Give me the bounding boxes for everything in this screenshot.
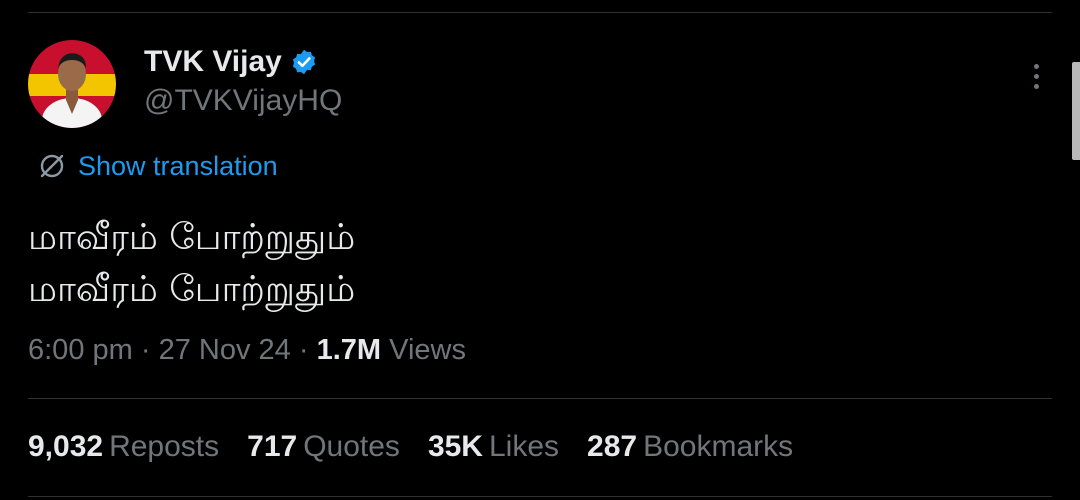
tweet-text: மாவீரம் போற்றுதும் மாவீரம் போற்றுதும்	[28, 212, 355, 316]
bookmarks-label: Bookmarks	[643, 430, 794, 463]
tweet-meta: 6:00 pm · 27 Nov 24 · 1.7M Views	[28, 334, 466, 367]
reposts-stat[interactable]: 9,032 Reposts	[28, 430, 219, 464]
avatar-image	[28, 40, 116, 128]
scrollbar-thumb[interactable]	[1072, 62, 1080, 160]
more-options-button[interactable]	[1018, 56, 1054, 96]
quotes-count: 717	[247, 430, 298, 463]
tweet-line: மாவீரம் போற்றுதும்	[28, 217, 356, 258]
reposts-count: 9,032	[28, 430, 104, 463]
show-translation-button[interactable]: Show translation	[38, 148, 278, 184]
tweet-time[interactable]: 6:00 pm	[28, 334, 133, 366]
tweet-date[interactable]: 27 Nov 24	[159, 334, 291, 366]
more-dot-icon	[1033, 63, 1039, 69]
display-name[interactable]: TVK Vijay	[144, 45, 282, 79]
show-translation-label[interactable]: Show translation	[78, 151, 278, 182]
globe-icon	[38, 152, 66, 180]
author-name-row[interactable]: TVK Vijay	[144, 42, 318, 82]
meta-separator: ·	[298, 334, 309, 366]
bookmarks-stat[interactable]: 287 Bookmarks	[587, 430, 793, 464]
avatar[interactable]	[28, 40, 116, 128]
more-dot-icon	[1033, 73, 1039, 79]
reposts-label: Reposts	[109, 430, 220, 463]
views-label: Views	[389, 334, 466, 366]
verified-badge-icon	[290, 48, 318, 76]
stats-divider	[28, 398, 1052, 399]
author-handle[interactable]: @TVKVijayHQ	[144, 84, 342, 118]
quotes-stat[interactable]: 717 Quotes	[247, 430, 400, 464]
likes-count: 35K	[427, 430, 483, 463]
quotes-label: Quotes	[303, 430, 400, 463]
bookmarks-count: 287	[587, 430, 638, 463]
meta-separator: ·	[140, 334, 151, 366]
likes-label: Likes	[488, 430, 560, 463]
top-divider	[28, 12, 1052, 13]
likes-stat[interactable]: 35K Likes	[428, 430, 559, 464]
bottom-divider	[28, 496, 1052, 497]
more-dot-icon	[1033, 83, 1039, 89]
engagement-stats: 9,032 Reposts 717 Quotes 35K Likes 287 Bookm…	[28, 430, 821, 464]
views-count: 1.7M	[316, 334, 382, 366]
tweet-line: மாவீரம் போற்றுதும்	[28, 269, 356, 310]
